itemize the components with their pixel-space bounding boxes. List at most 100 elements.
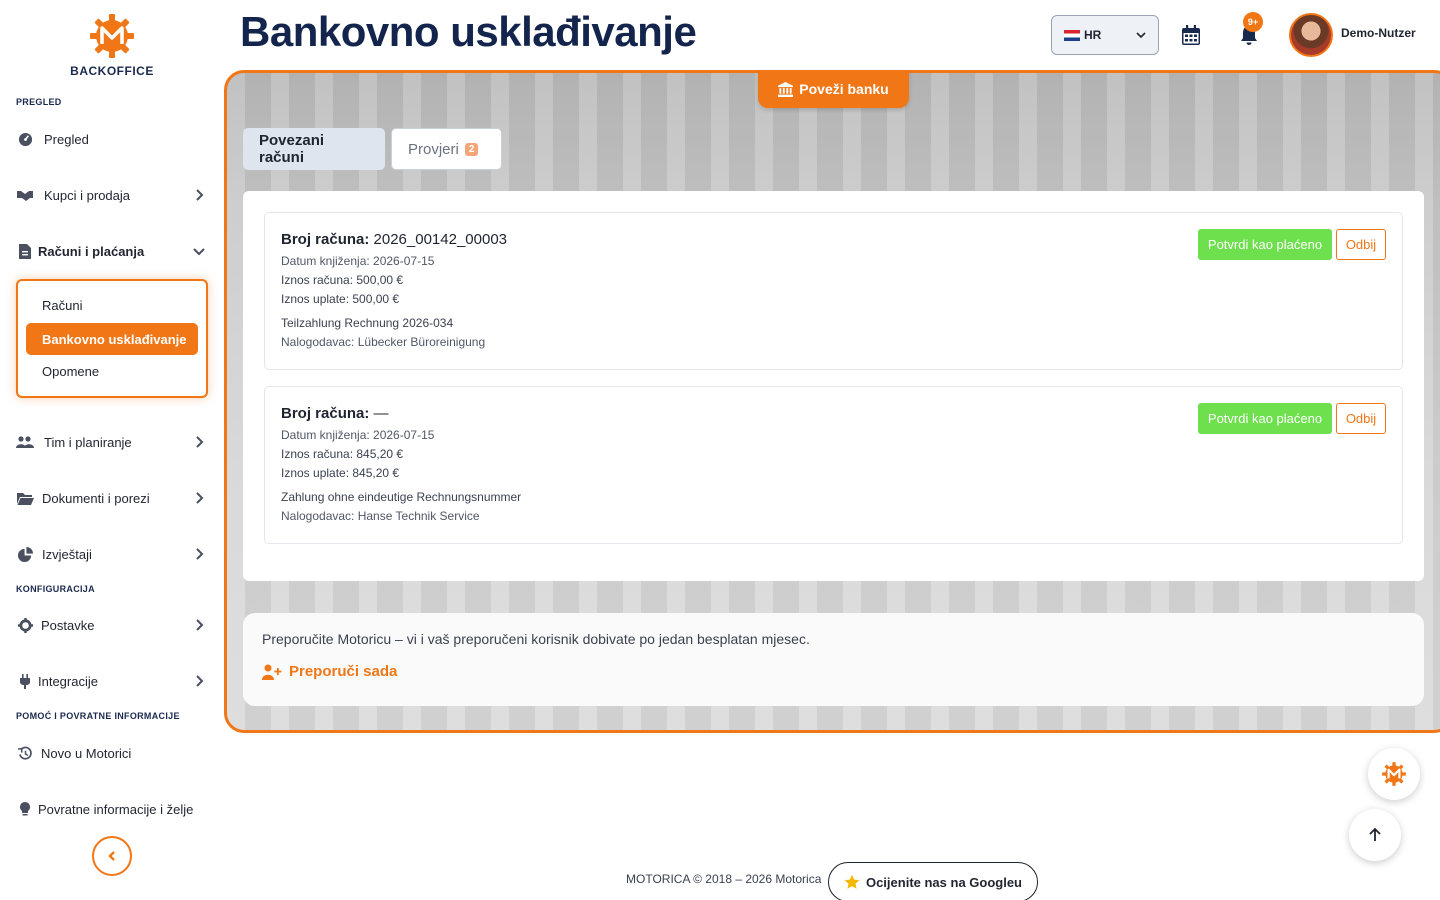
refer-now-label: Preporuči sada [289,663,398,680]
sidebar-item-sales[interactable]: Kupci i prodaja [16,183,208,207]
connect-bank-button[interactable]: Poveži banku [758,70,909,108]
sidebar-item-label: Izvještaji [42,546,92,562]
refer-now-link[interactable]: Preporuči sada [262,663,397,680]
invoice-number-value: — [373,405,389,422]
payment-amount: Iznos uplate: 500,00 € [281,292,400,306]
sidebar-item-integrations[interactable]: Integracije [16,669,208,693]
assistant-button[interactable] [1368,748,1420,800]
calendar-icon[interactable] [1180,24,1202,46]
lightbulb-icon [16,800,34,818]
invoice-number-value: 2026_00142_00003 [373,231,508,248]
sidebar-item-news[interactable]: Novo u Motorici [16,741,208,765]
billing-submenu: Računi Bankovno usklađivanje Opomene [16,279,208,398]
sidebar-item-billing[interactable]: Računi i plaćanja [16,239,208,263]
motorica-gear-icon [90,14,134,58]
brand-name: BACKOFFICE [70,64,154,78]
reject-button[interactable]: Odbij [1336,403,1386,434]
invoice-amount: Iznos računa: 845,20 € [281,447,404,461]
payment-reference: Zahlung ohne eindeutige Rechnungsnummer [281,490,522,504]
history-icon [16,744,34,762]
invoice-number: Broj računa: 2026_00142_00003 [281,231,507,248]
sidebar-item-label: Novo u Motorici [41,745,132,761]
payer: Nalogodavac: Lübecker Büroreinigung [281,335,486,349]
user-name[interactable]: Demo-Nutzer [1341,26,1416,40]
chevron-down-icon [1136,32,1146,39]
star-icon [844,874,860,889]
transaction-card: Broj računa: 2026_00142_00003 Datum knji… [264,212,1403,370]
sidebar-item-label: Tim i planiranje [44,434,132,450]
scroll-to-top-button[interactable] [1349,809,1401,861]
tab-check[interactable]: Provjeri 2 [391,128,502,170]
invoice-icon [16,242,34,260]
chevron-down-icon [193,248,205,256]
submenu-item-reminders[interactable]: Opomene [42,364,99,379]
sidebar-item-label: Dokumenti i porezi [42,490,150,506]
transaction-list: Broj računa: 2026_00142_00003 Datum knji… [243,191,1424,581]
section-config: KONFIGURACIJA [16,584,95,594]
invoice-amount: Iznos računa: 500,00 € [281,273,404,287]
payer: Nalogodavac: Hanse Technik Service [281,509,480,523]
croatia-flag-icon [1064,29,1080,41]
sidebar-item-label: Povratne informacije i želje [38,801,194,817]
chevron-left-icon [108,851,115,861]
chevron-right-icon [196,548,204,560]
handshake-icon [16,186,34,204]
rate-google-button[interactable]: Ocijenite nas na Googleu [828,862,1038,900]
sidebar-item-label: Računi i plaćanja [38,243,145,259]
sidebar-item-feedback[interactable]: Povratne informacije i želje [16,797,208,821]
booking-date: Datum knjiženja: 2026-07-15 [281,254,435,268]
tab-linked-accounts[interactable]: Povezani računi [243,128,385,170]
sidebar: BACKOFFICE PREGLED Pregled Kupci i proda… [0,0,224,900]
collapse-sidebar-button[interactable] [92,836,132,876]
sidebar-item-label: Pregled [44,131,89,147]
user-plus-icon [262,664,282,680]
connect-bank-label: Poveži banku [799,81,889,97]
chevron-right-icon [196,619,204,631]
sidebar-item-settings[interactable]: Postavke [16,613,208,637]
check-count-badge: 2 [464,142,479,156]
gauge-icon [16,130,34,148]
invoice-number-label: Broj računa: [281,405,370,422]
tab-label: Provjeri [408,140,459,158]
language-select[interactable]: HR [1051,15,1159,55]
sidebar-item-label: Kupci i prodaja [44,187,130,203]
pie-chart-icon [16,545,34,563]
section-overview: PREGLED [16,97,62,107]
sidebar-item-label: Integracije [38,673,98,689]
reject-button[interactable]: Odbij [1336,229,1386,260]
sidebar-item-docs[interactable]: Dokumenti i porezi [16,486,208,510]
sidebar-item-reports[interactable]: Izvještaji [16,542,208,566]
sidebar-item-team[interactable]: Tim i planiranje [16,430,208,454]
rate-google-label: Ocijenite nas na Googleu [865,874,1023,890]
folder-icon [16,489,34,507]
user-avatar[interactable] [1289,13,1333,57]
sidebar-item-overview[interactable]: Pregled [16,127,208,151]
submenu-item-bank-reconciliation[interactable]: Bankovno usklađivanje [26,323,198,355]
payment-amount: Iznos uplate: 845,20 € [281,466,400,480]
confirm-paid-button[interactable]: Potvrdi kao plaćeno [1198,229,1332,260]
motorica-gear-icon [1382,762,1406,786]
tab-label: Povezani računi [259,132,325,166]
users-icon [16,433,34,451]
booking-date: Datum knjiženja: 2026-07-15 [281,428,435,442]
invoice-number-label: Broj računa: [281,231,370,248]
chevron-right-icon [196,675,204,687]
arrow-up-icon [1369,827,1381,841]
transaction-card: Broj računa: — Datum knjiženja: 2026-07-… [264,386,1403,544]
submenu-item-invoices[interactable]: Računi [42,298,82,313]
chevron-right-icon [196,436,204,448]
plug-icon [16,672,34,690]
payment-reference: Teilzahlung Rechnung 2026-034 [281,316,454,330]
footer-copyright: MOTORICA © 2018 – 2026 Motorica [626,872,822,886]
sidebar-item-label: Postavke [41,617,95,633]
page-title: Bankovno usklađivanje [240,8,697,55]
bank-icon [778,81,794,97]
language-value: HR [1084,28,1102,42]
chevron-right-icon [196,189,204,201]
brand-logo[interactable]: BACKOFFICE [0,12,224,78]
chevron-right-icon [196,492,204,504]
confirm-paid-button[interactable]: Potvrdi kao plaćeno [1198,403,1332,434]
referral-text: Preporučite Motoricu – vi i vaš preporuč… [262,631,810,647]
invoice-number: Broj računa: — [281,405,389,422]
referral-banner: Preporučite Motoricu – vi i vaš preporuč… [243,613,1424,706]
